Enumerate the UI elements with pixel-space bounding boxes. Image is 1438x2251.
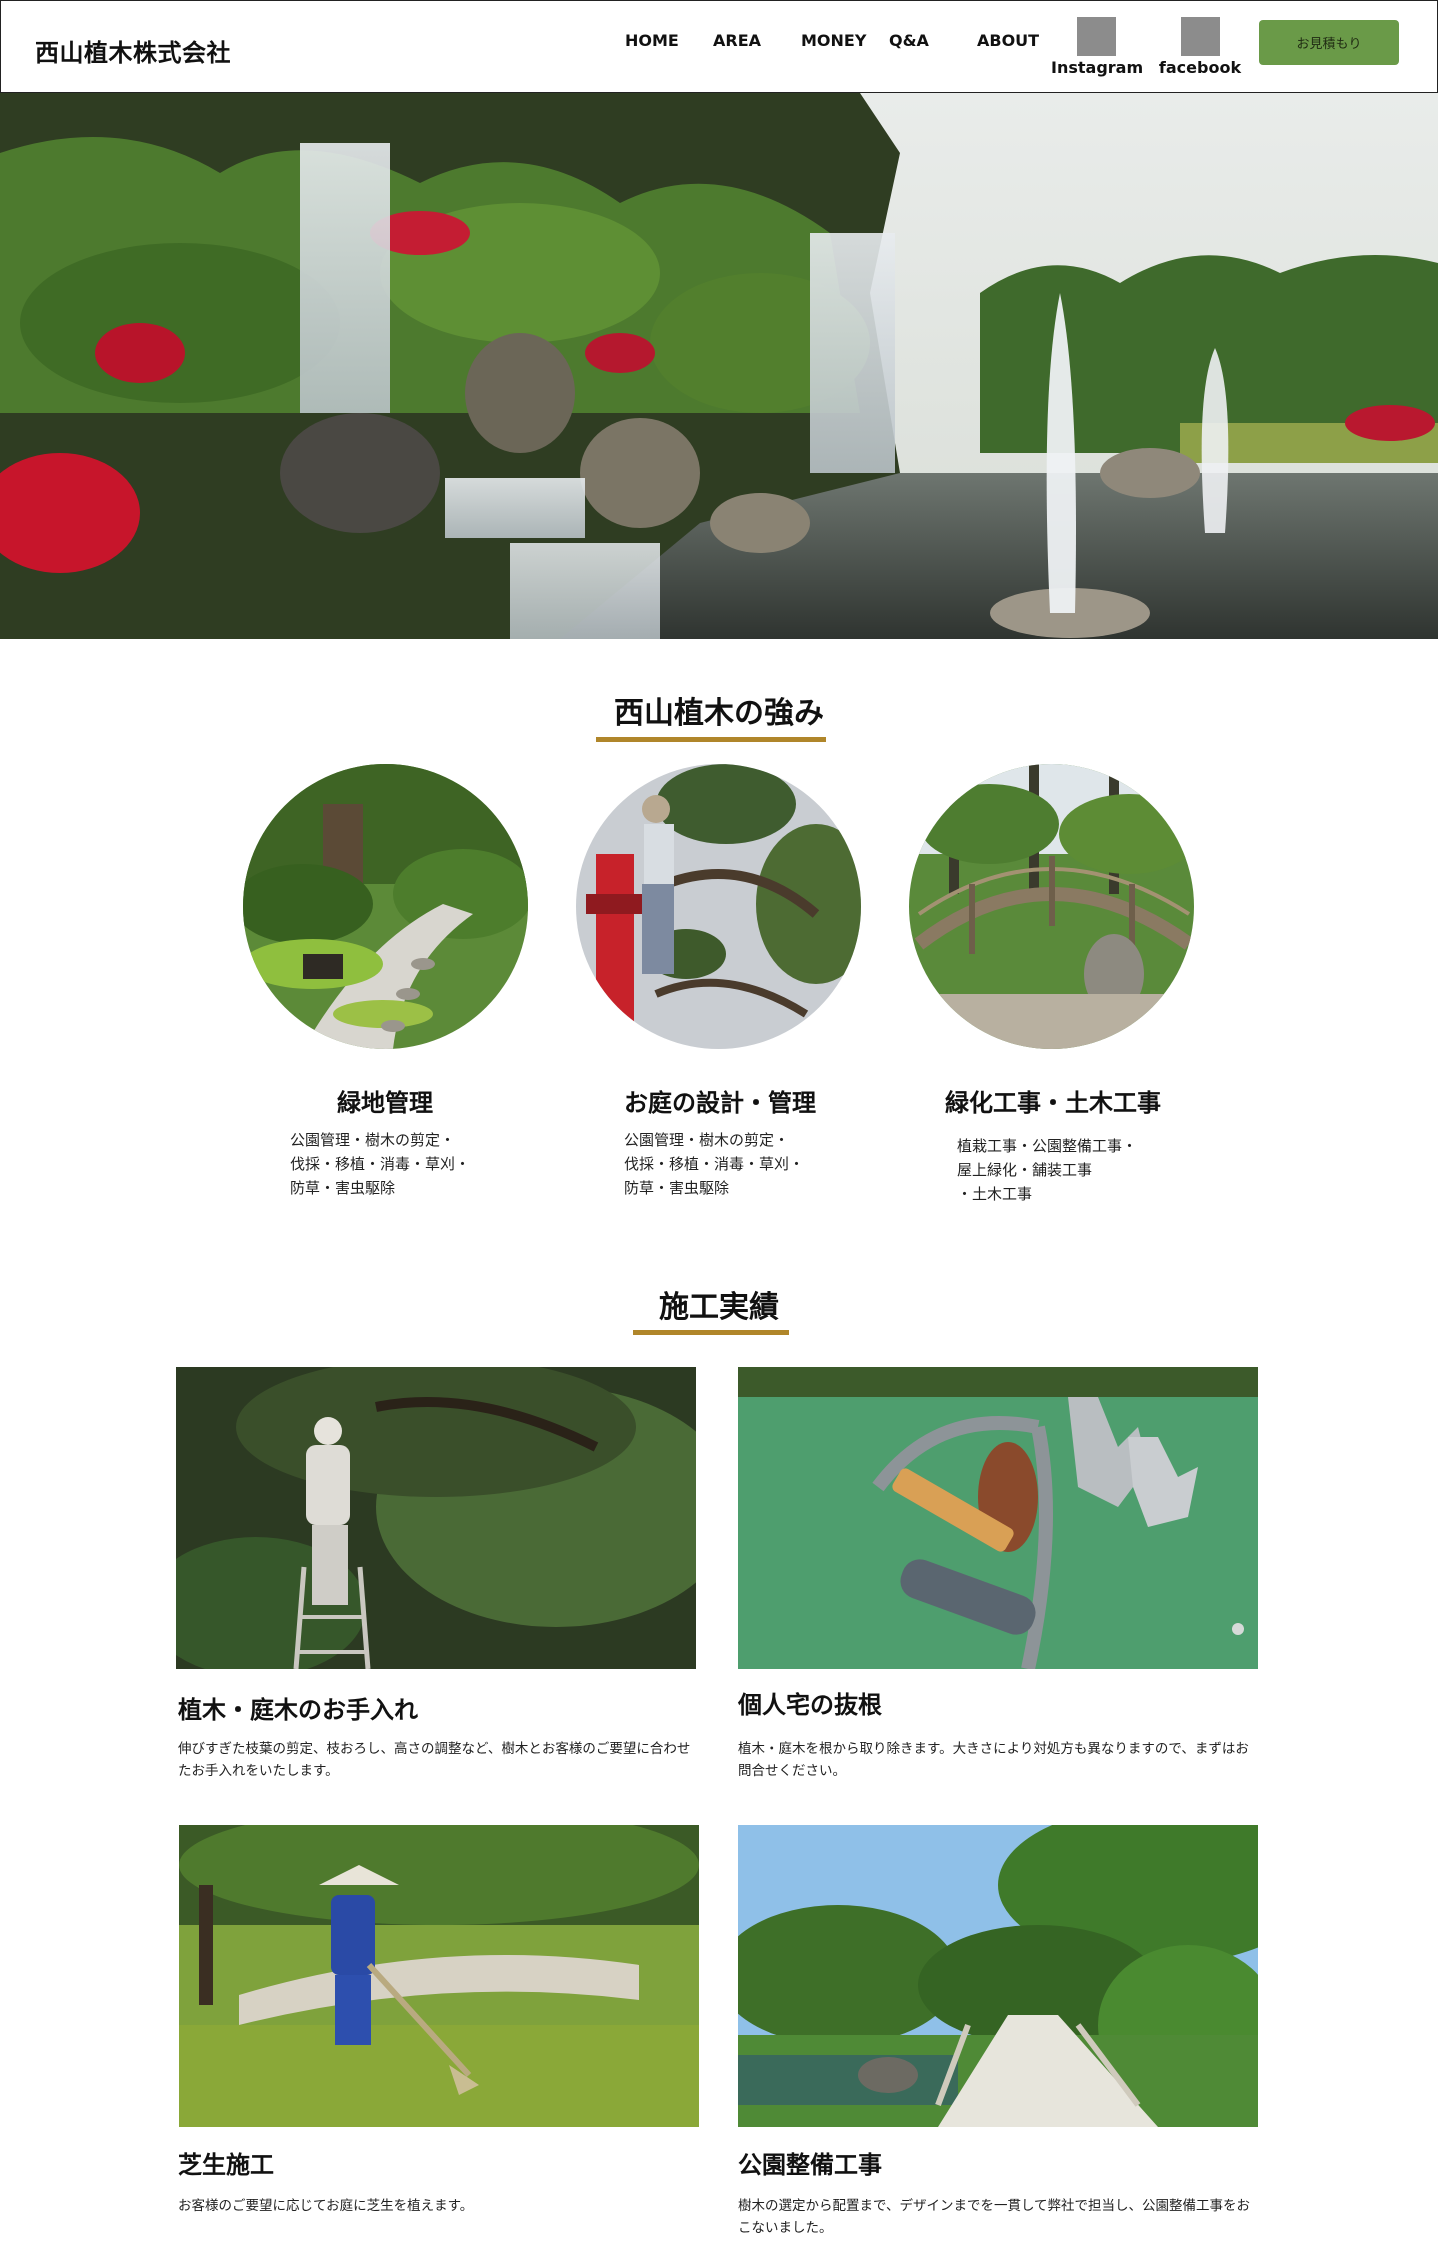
strengths-title: 西山植木の強み — [614, 696, 824, 731]
feature-desc-line: 防草・害虫駆除 — [290, 1179, 396, 1197]
feature-desc-green-management: 公園管理・樹木の剪定・ 伐採・移植・消毒・草刈・ 防草・害虫駆除 — [290, 1128, 470, 1200]
feature-desc-line: ・土木工事 — [957, 1185, 1033, 1203]
nav-qa[interactable]: Q&A — [889, 31, 929, 50]
nav-about[interactable]: ABOUT — [977, 31, 1039, 50]
instagram-icon — [1076, 17, 1116, 56]
site-header: 西山植木株式会社 HOME AREA MONEY Q&A ABOUT Insta… — [0, 0, 1438, 93]
feature-title-green-management: 緑地管理 — [337, 1089, 433, 1117]
facebook-icon — [1180, 17, 1220, 56]
feature-desc-landscaping: 植栽工事・公園整備工事・ 屋上緑化・舗装工事 ・土木工事 — [957, 1134, 1137, 1206]
works-title: 施工実績 — [659, 1290, 779, 1325]
feature-desc-line: 伐採・移植・消毒・草刈・ — [290, 1155, 471, 1173]
landscaping-civil-works-image — [909, 764, 1194, 1049]
garden-design-image — [576, 764, 861, 1049]
park-maintenance-image — [738, 1825, 1258, 2127]
feature-title-landscaping: 緑化工事・土木工事 — [945, 1089, 1161, 1117]
facebook-link[interactable]: facebook — [1155, 17, 1245, 77]
feature-desc-line: 公園管理・樹木の剪定・ — [624, 1131, 790, 1149]
nav-home[interactable]: HOME — [625, 31, 679, 50]
strengths-title-underline — [596, 737, 826, 742]
pruning-work-image — [176, 1367, 696, 1669]
instagram-link[interactable]: Instagram — [1051, 17, 1144, 77]
nav-area[interactable]: AREA — [713, 31, 761, 50]
feature-desc-line: 植栽工事・公園整備工事・ — [957, 1137, 1138, 1155]
work-desc-park: 樹木の選定から配置まで、デザインまでを一貫して弊社で担当し、公園整備工事をおこな… — [738, 2198, 1251, 2236]
nav-money[interactable]: MONEY — [801, 31, 866, 50]
estimate-button[interactable]: お見積もり — [1259, 20, 1399, 65]
works-title-underline — [633, 1330, 789, 1335]
lawn-installation-image — [179, 1825, 699, 2127]
feature-title-garden-design: お庭の設計・管理 — [624, 1089, 816, 1117]
work-title-lawn: 芝生施工 — [178, 2151, 274, 2179]
hero-garden-waterfall-image — [0, 93, 1438, 639]
feature-desc-line: 防草・害虫駆除 — [624, 1179, 730, 1197]
feature-desc-line: 公園管理・樹木の剪定・ — [290, 1131, 456, 1149]
green-maintenance-image — [243, 764, 528, 1049]
instagram-label: Instagram — [1051, 58, 1144, 77]
work-desc-lawn: お客様のご要望に応じてお庭に芝生を植えます。 — [178, 2198, 474, 2214]
facebook-label: facebook — [1158, 58, 1242, 77]
work-title-stump-removal: 個人宅の抜根 — [738, 1691, 882, 1719]
stump-removal-image — [738, 1367, 1258, 1669]
feature-desc-garden-design: 公園管理・樹木の剪定・ 伐採・移植・消毒・草刈・ 防草・害虫駆除 — [624, 1128, 804, 1200]
work-desc-tree-care: 伸びすぎた枝葉の剪定、枝おろし、高さの調整など、樹木とお客様のご要望に合わせたお… — [178, 1741, 691, 1779]
feature-desc-line: 伐採・移植・消毒・草刈・ — [624, 1155, 805, 1173]
work-title-tree-care: 植木・庭木のお手入れ — [178, 1696, 418, 1724]
site-logo[interactable]: 西山植木株式会社 — [35, 33, 231, 68]
work-title-park: 公園整備工事 — [738, 2151, 882, 2179]
work-desc-stump-removal: 植木・庭木を根から取り除きます。大きさにより対処方も異なりますので、まずはお問合… — [738, 1741, 1249, 1779]
feature-desc-line: 屋上緑化・舗装工事 — [957, 1161, 1093, 1179]
